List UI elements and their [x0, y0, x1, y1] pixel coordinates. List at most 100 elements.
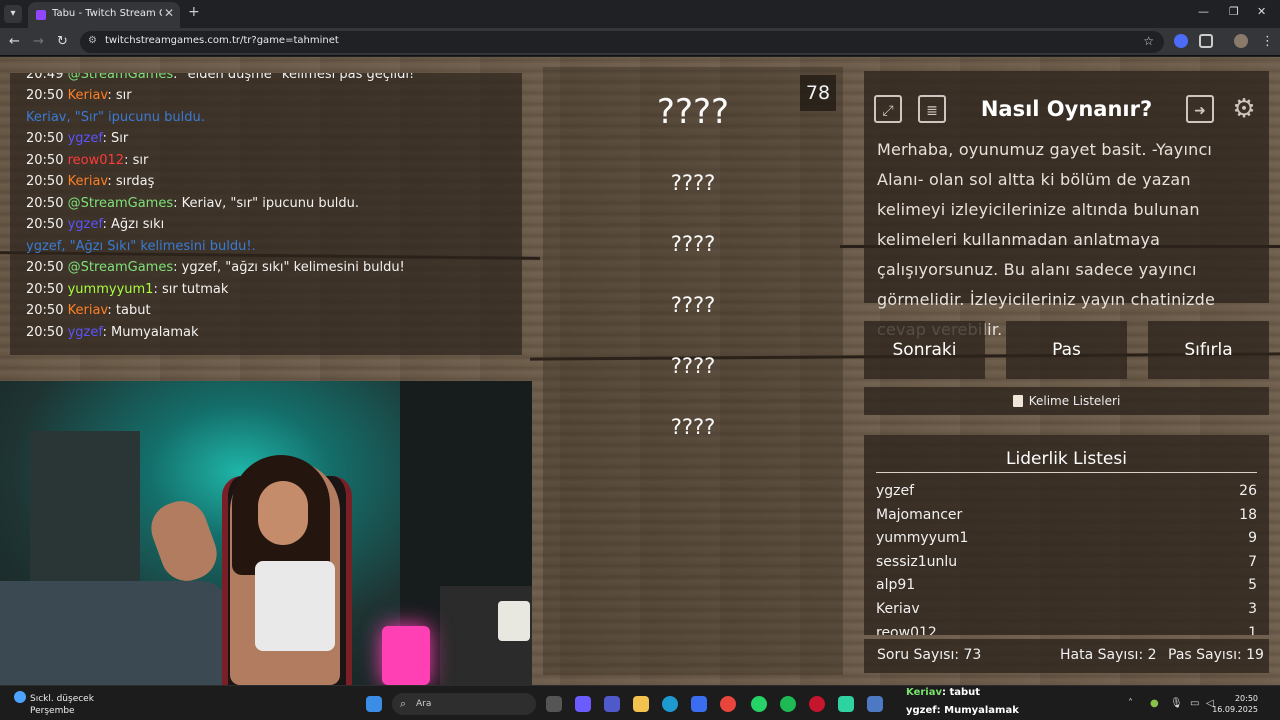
chat-message: 20:49 @StreamGames: "elden düşme" kelime…: [26, 73, 414, 82]
edge-icon[interactable]: [662, 696, 678, 712]
back-icon[interactable]: ←: [9, 34, 20, 49]
how-to-play-panel: ⤢ ≣ Nasıl Oynanır? ➜ ⚙ Merhaba, oyunumuz…: [864, 71, 1269, 339]
spotify-icon[interactable]: [780, 696, 796, 712]
url-bar[interactable]: ⚙ twitchstreamgames.com.tr/tr?game=tahmi…: [80, 31, 1164, 53]
task-view-icon[interactable]: [546, 696, 562, 712]
question-count: Soru Sayısı: 73: [877, 647, 982, 663]
search-icon: ⌕: [400, 697, 407, 710]
chat-username[interactable]: Keriav: [68, 88, 108, 103]
tray-chevron-icon[interactable]: ˄: [1128, 698, 1133, 709]
player-name: reow012: [876, 624, 937, 635]
browser-menu-icon[interactable]: ⋮: [1261, 34, 1274, 49]
cam-face: [258, 481, 308, 545]
restore-icon[interactable]: ❐: [1229, 5, 1239, 18]
site-info-icon[interactable]: ⚙: [88, 35, 97, 46]
chat-message: 20:50 @StreamGames: ygzef, "ağzı sıkı" k…: [26, 260, 405, 275]
tab-close-icon[interactable]: ✕: [164, 6, 174, 20]
cam-shirt: [255, 561, 335, 651]
clock-date: 16.09.2025: [1212, 705, 1258, 714]
chat-username[interactable]: @StreamGames: [68, 73, 174, 82]
chat-username[interactable]: @StreamGames: [68, 196, 174, 211]
settings-gear-icon[interactable]: ⚙: [1230, 95, 1258, 123]
extension-icon[interactable]: [1174, 34, 1188, 48]
chat-message: 20:50 reow012: sır: [26, 153, 148, 168]
chat-username[interactable]: yummyyum1: [68, 282, 154, 297]
reload-icon[interactable]: ↻: [57, 34, 68, 49]
store-icon[interactable]: [691, 696, 707, 712]
bookmark-star-icon[interactable]: ☆: [1143, 34, 1154, 48]
teams-icon[interactable]: [604, 696, 620, 712]
address-bar-row: ← → ↻ ⚙ twitchstreamgames.com.tr/tr?game…: [0, 28, 1280, 56]
chat-username[interactable]: Keriav: [68, 303, 108, 318]
opera-icon[interactable]: [809, 696, 825, 712]
taskbar-search[interactable]: ⌕ Ara: [392, 693, 536, 715]
exit-icon[interactable]: ➜: [1186, 95, 1214, 123]
player-name: sessiz1unlu: [876, 553, 958, 570]
player-name: alp91: [876, 577, 916, 594]
tab-search-button[interactable]: ▾: [4, 5, 22, 23]
profile-avatar[interactable]: [1234, 34, 1248, 48]
start-windows-icon[interactable]: [366, 696, 382, 712]
tray-app-icon[interactable]: ●: [1150, 698, 1159, 709]
leaderboard-panel: Liderlik Listesi ygzef 26 Majomancer 18 yumm…: [864, 435, 1269, 635]
chat-message: 20:50 yummyyum1: sır tutmak: [26, 282, 228, 297]
hint-word: ????: [670, 415, 716, 439]
network-icon[interactable]: ▭: [1190, 698, 1199, 709]
forward-icon[interactable]: →: [33, 34, 44, 49]
next-button[interactable]: Sonraki: [864, 321, 985, 379]
chat-timestamp: 20:50: [26, 282, 64, 297]
chat-timestamp: 20:50: [26, 153, 64, 168]
word-lists-button[interactable]: Kelime Listeleri: [864, 387, 1269, 415]
chat-username[interactable]: ygzef: [68, 131, 103, 146]
chat-system-message: ygzef, "Ağzı Sıkı" kelimesini buldu!.: [26, 239, 256, 254]
chat-message-text: : sır: [124, 153, 149, 168]
player-score: 7: [1248, 553, 1257, 570]
app-icon[interactable]: [838, 696, 854, 712]
windows-taskbar: Sıckl. düşecek Perşembe ⌕ Ara Keriav: ta…: [0, 685, 1280, 720]
player-score: 9: [1248, 530, 1257, 547]
cam-cup: [498, 601, 530, 641]
window-close-icon[interactable]: ✕: [1257, 5, 1266, 18]
file-explorer-icon[interactable]: [633, 696, 649, 712]
chat-timestamp: 20:50: [26, 217, 64, 232]
reset-button[interactable]: Sıfırla: [1148, 321, 1269, 379]
chat-username[interactable]: ygzef: [68, 325, 103, 340]
chat-message-text: : sır: [107, 88, 132, 103]
cam-bed: [0, 581, 230, 685]
player-name: yummyyum1: [876, 530, 969, 547]
hint-word: ????: [670, 171, 716, 195]
chat-username[interactable]: @StreamGames: [68, 260, 174, 275]
minimize-icon[interactable]: —: [1198, 5, 1209, 18]
weather-widget[interactable]: Sıckl. düşecek Perşembe: [14, 691, 94, 716]
chat-timestamp: 20:50: [26, 174, 64, 189]
url-text[interactable]: twitchstreamgames.com.tr/tr?game=tahmine…: [105, 35, 339, 46]
extensions-puzzle-icon[interactable]: [1199, 34, 1213, 48]
chat-username[interactable]: ygzef: [68, 217, 103, 232]
app-icon[interactable]: [867, 696, 883, 712]
hint-word: ????: [670, 232, 716, 256]
how-to-play-text: Merhaba, oyunumuz gayet basit. -Yayıncı …: [877, 140, 1216, 339]
chat-notification: Keriav: tabut: [906, 687, 980, 698]
chat-message: 20:50 Keriav: sırdaş: [26, 174, 154, 189]
player-score: 5: [1248, 577, 1257, 594]
chat-timestamp: 20:50: [26, 260, 64, 275]
cam-arm: [144, 493, 224, 589]
player-name: ygzef: [876, 483, 915, 499]
chat-message-text: : sır tutmak: [153, 282, 229, 297]
weather-day: Perşembe: [30, 706, 75, 716]
browser-tab-active[interactable]: Tabu - Twitch Stream Games ✕: [28, 2, 180, 28]
chat-username[interactable]: Keriav: [68, 174, 108, 189]
chat-message-text: : Mumyalamak: [102, 325, 199, 340]
chrome-icon[interactable]: [720, 696, 736, 712]
player-score: 26: [1239, 483, 1257, 499]
pass-button[interactable]: Pas: [1006, 321, 1127, 379]
notif-user: Keriav: [906, 687, 942, 698]
microphone-icon[interactable]: 🎙: [1170, 698, 1183, 709]
chat-username[interactable]: reow012: [68, 153, 124, 168]
system-clock[interactable]: 20:50 16.09.2025: [1212, 693, 1258, 715]
whatsapp-icon[interactable]: [751, 696, 767, 712]
new-tab-button[interactable]: +: [188, 4, 200, 20]
chat-message: 20:50 ygzef: Ağzı sıkı: [26, 217, 164, 232]
error-count: Hata Sayısı: 2: [1060, 647, 1157, 663]
copilot-icon[interactable]: [575, 696, 591, 712]
